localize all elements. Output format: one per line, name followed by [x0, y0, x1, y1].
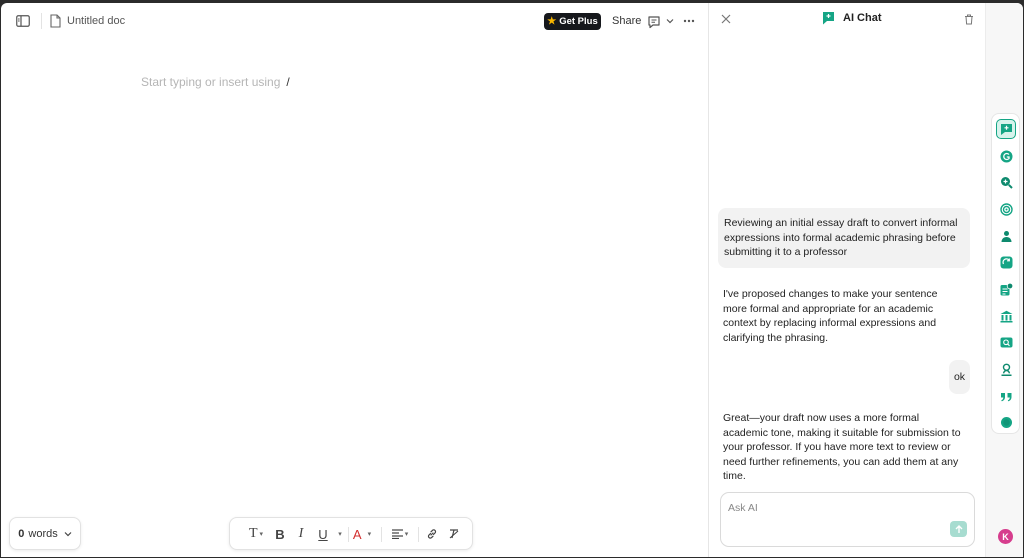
star-icon: ★ — [547, 16, 557, 27]
slash-hint: / — [286, 75, 290, 89]
quote-icon[interactable] — [996, 386, 1016, 406]
word-count-number: 0 — [18, 527, 25, 540]
ai-chat-icon[interactable] — [996, 119, 1016, 139]
word-count-button[interactable]: 0 words — [9, 517, 81, 550]
user-badge-icon[interactable] — [996, 359, 1016, 379]
comment-icon[interactable] — [646, 14, 661, 29]
link-icon — [427, 529, 437, 539]
divider — [418, 527, 419, 542]
person-icon[interactable] — [996, 226, 1016, 246]
chat-title: AI Chat — [843, 12, 882, 24]
ai-chat-panel: AI Chat Reviewing an initial essay draft… — [709, 3, 985, 557]
ask-ai-box — [720, 492, 975, 547]
italic-button[interactable]: I — [294, 526, 308, 542]
grammarly-g-icon[interactable] — [996, 146, 1016, 166]
user-message: Reviewing an initial essay draft to conv… — [718, 208, 970, 268]
underline-options-chevron-icon[interactable]: ▾ — [334, 526, 346, 542]
align-left-icon — [391, 529, 403, 539]
text-color-button[interactable]: A ▾ — [351, 526, 373, 542]
align-button[interactable]: ▾ — [388, 526, 412, 542]
avatar[interactable]: K — [998, 529, 1013, 544]
library-icon[interactable] — [996, 306, 1016, 326]
text-style-label: T — [248, 526, 258, 541]
assistant-message: Great—your draft now uses a more formal … — [723, 412, 961, 482]
document-icon — [48, 13, 62, 29]
chevron-down-icon: ▾ — [367, 531, 372, 538]
user-message: ok — [949, 360, 970, 394]
target-icon[interactable] — [996, 199, 1016, 219]
ai-chat-logo-icon — [822, 11, 835, 25]
text-color-label: A — [352, 526, 362, 542]
divider — [41, 13, 42, 29]
bold-button[interactable]: B — [273, 526, 287, 542]
app-window: Untitled doc ★ Get Plus Share Start typi… — [1, 3, 1023, 557]
top-bar: Untitled doc ★ Get Plus Share — [1, 3, 708, 39]
chevron-down-icon: ▾ — [404, 531, 409, 538]
chat-header: AI Chat — [822, 11, 882, 25]
word-count-unit: words — [28, 527, 58, 540]
circle-icon[interactable] — [996, 412, 1016, 432]
get-plus-label: Get Plus — [559, 16, 598, 27]
send-button[interactable] — [950, 521, 967, 537]
more-options-icon[interactable] — [682, 14, 696, 28]
editor-placeholder[interactable]: Start typing or insert using / — [141, 75, 290, 89]
underline-button[interactable]: U — [316, 526, 330, 542]
close-icon[interactable] — [720, 13, 731, 24]
zoom-in-icon[interactable] — [996, 172, 1016, 192]
text-style-button[interactable]: T ▾ — [244, 526, 268, 542]
get-plus-button[interactable]: ★ Get Plus — [544, 13, 601, 30]
chevron-down-icon: ▾ — [259, 530, 264, 538]
divider — [348, 527, 349, 542]
format-toolbar: T ▾ B I U ▾ A ▾ ▾ — [229, 517, 473, 550]
refresh-icon[interactable] — [996, 252, 1016, 272]
clear-formatting-button[interactable] — [447, 526, 461, 542]
score-icon[interactable] — [996, 279, 1016, 299]
sidebar-toggle-icon[interactable] — [15, 14, 31, 28]
find-icon[interactable] — [996, 332, 1016, 352]
divider — [381, 527, 382, 542]
document-title[interactable]: Untitled doc — [67, 15, 125, 27]
arrow-up-icon — [955, 524, 962, 533]
link-button[interactable] — [425, 526, 439, 542]
editor-placeholder-text: Start typing or insert using — [141, 75, 281, 89]
chevron-down-icon[interactable] — [665, 16, 675, 26]
trash-icon[interactable] — [963, 13, 974, 25]
chevron-down-icon — [64, 531, 72, 536]
tool-rail — [991, 113, 1020, 434]
share-button[interactable]: Share — [612, 15, 641, 27]
ask-ai-input[interactable] — [728, 502, 928, 514]
assistant-message: I've proposed changes to make your sente… — [723, 288, 938, 344]
clear-formatting-icon — [449, 529, 459, 539]
